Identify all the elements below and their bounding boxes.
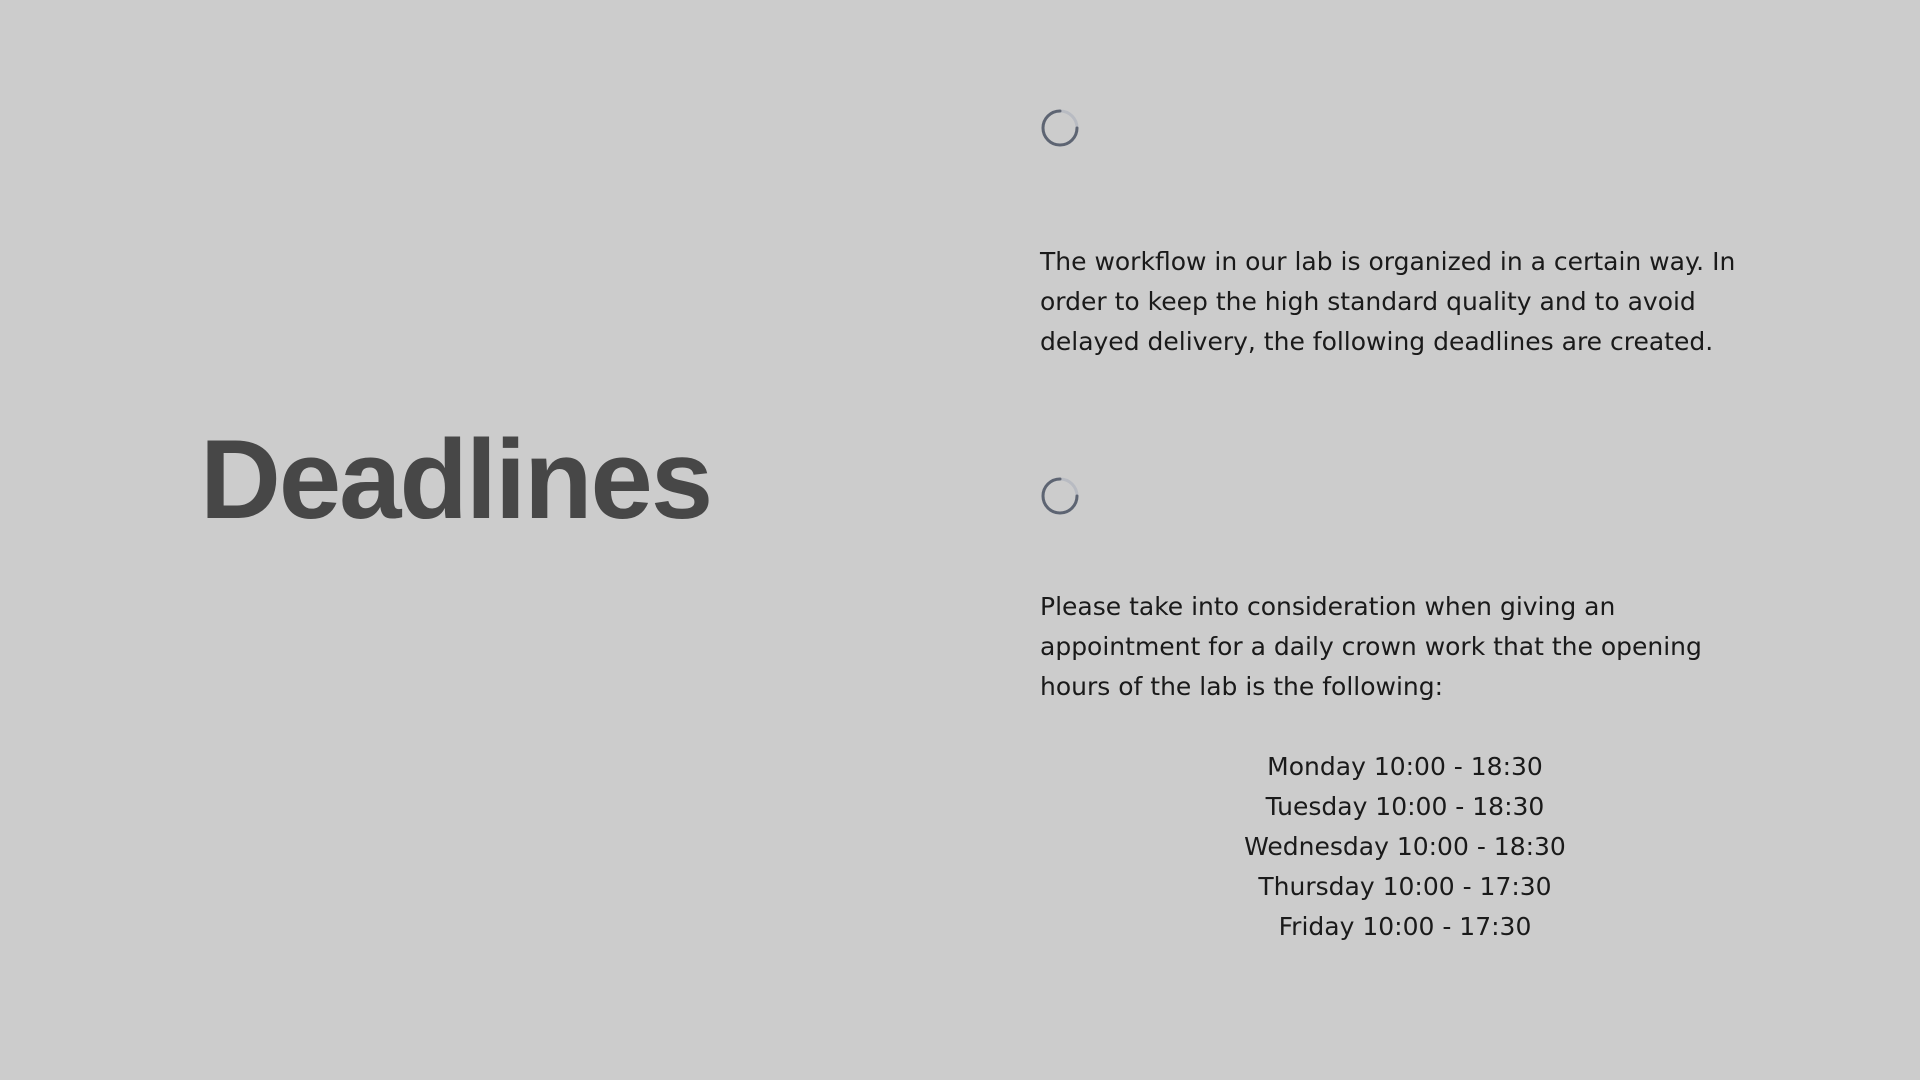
opening-hours-monday: Monday 10:00 - 18:30 xyxy=(1267,752,1543,781)
opening-hours-list: Monday 10:00 - 18:30 Tuesday 10:00 - 18:… xyxy=(1040,747,1770,947)
opening-hours-tuesday: Tuesday 10:00 - 18:30 xyxy=(1265,792,1545,821)
appointment-paragraph: Please take into consideration when givi… xyxy=(1040,592,1702,701)
loading-spinner-icon xyxy=(1040,476,1080,516)
workflow-paragraph: The workflow in our lab is organized in … xyxy=(1040,247,1736,356)
opening-hours-thursday: Thursday 10:00 - 17:30 xyxy=(1258,872,1552,901)
opening-hours-wednesday: Wednesday 10:00 - 18:30 xyxy=(1244,832,1566,861)
page-title: Deadlines xyxy=(200,417,713,542)
opening-hours-friday: Friday 10:00 - 17:30 xyxy=(1278,912,1532,941)
loading-spinner-icon xyxy=(1040,108,1080,148)
